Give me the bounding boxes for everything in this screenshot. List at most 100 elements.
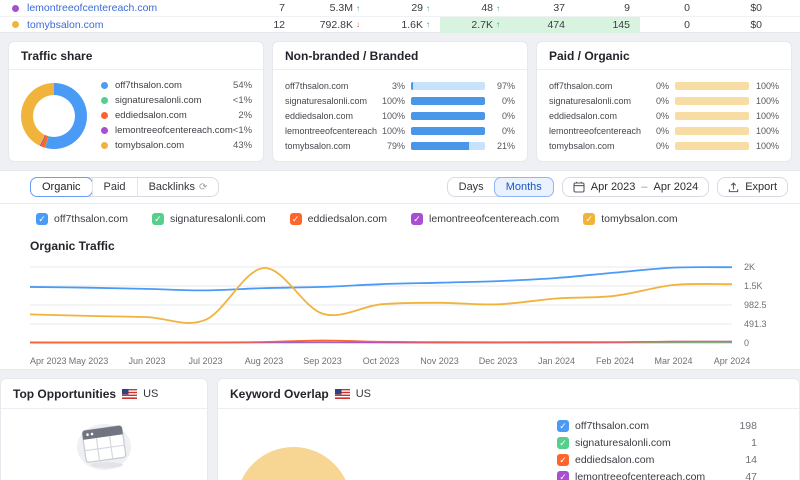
y-axis-tick-label: 2K	[744, 262, 755, 272]
legend-percent-value: 2%	[238, 110, 252, 121]
domain-link[interactable]: lemontreeofcentereach.com	[27, 2, 157, 14]
bottom-cards-row: Top Opportunities US	[0, 378, 800, 480]
trend-up-icon: ↑	[356, 4, 360, 13]
domain-link[interactable]: tomybsalon.com	[27, 19, 103, 31]
x-axis-tick-label: Nov 2023	[420, 356, 459, 366]
branded-bar-row: off7thsalon.com3%97%	[285, 78, 515, 93]
x-axis-tick-label: Sep 2023	[303, 356, 342, 366]
bar-domain-label: lemontreeofcentereach.com	[285, 126, 377, 136]
x-axis-tick-label: Jun 2023	[128, 356, 165, 366]
traffic-share-legend-item: tomybsalon.com43%	[101, 138, 252, 153]
date-range-separator: –	[641, 181, 647, 193]
series-legend-label: eddiedsalon.com	[308, 213, 387, 225]
chart-x-axis-labels: Apr 2023May 2023Jun 2023Jul 2023Aug 2023…	[30, 356, 794, 369]
table-metric-cell: 1.6K↑	[370, 17, 440, 33]
series-checkbox[interactable]: ✓	[290, 213, 302, 225]
branded-bar-row: lemontreeofcentereach.com100%0%	[285, 123, 515, 138]
table-metric-cell: 12	[240, 17, 295, 33]
bar-domain-label: off7thsalon.com	[549, 81, 641, 91]
bar-right-percent: 100%	[749, 96, 779, 106]
table-metric-cell: 29↑	[370, 0, 440, 16]
top-opportunities-region: US	[143, 388, 158, 400]
bar-right-percent: 100%	[749, 126, 779, 136]
traffic-share-legend-item: signaturesalonli.com<1%	[101, 93, 252, 108]
series-checkbox[interactable]: ✓	[583, 213, 595, 225]
period-option-months[interactable]: Months	[494, 177, 554, 197]
legend-domain-label: off7thsalon.com	[115, 80, 233, 91]
overlap-legend-item: ✓signaturesalonli.com1	[557, 434, 757, 451]
bar-right-percent: 21%	[485, 141, 515, 151]
paid-bar-row: eddiedsalon.com0%100%	[549, 108, 779, 123]
table-domain-cell: lemontreeofcentereach.com	[0, 2, 240, 14]
series-line-eddiedsalon.com	[30, 340, 732, 342]
series-legend-item: ✓ eddiedsalon.com	[290, 213, 387, 225]
series-line-off7thsalon.com	[30, 267, 732, 290]
report-tabs: OrganicPaidBacklinks⟳	[30, 177, 219, 197]
table-metric-cell: 792.8K↓	[295, 17, 370, 33]
domain-color-dot-icon	[12, 5, 19, 12]
date-range-picker[interactable]: Apr 2023 – Apr 2024	[562, 177, 709, 197]
tab-paid[interactable]: Paid	[92, 178, 137, 196]
keyword-overlap-title: Keyword Overlap	[230, 387, 329, 401]
bar-domain-label: eddiedsalon.com	[285, 111, 377, 121]
overlap-legend-item: ✓off7thsalon.com198	[557, 417, 757, 434]
legend-percent-value: <1%	[233, 125, 252, 136]
keyword-overlap-region: US	[356, 388, 371, 400]
bar-domain-label: signaturesalonli.com	[549, 96, 641, 106]
traffic-share-donut-chart	[21, 83, 87, 149]
trend-up-icon: ↑	[496, 20, 500, 29]
series-checkbox[interactable]: ✓	[36, 213, 48, 225]
bar-left-percent: 100%	[377, 111, 405, 121]
export-button[interactable]: Export	[717, 177, 788, 197]
bar-left-percent: 0%	[641, 96, 669, 106]
series-legend-item: ✓lemontreeofcentereach.com	[411, 213, 559, 225]
trend-up-icon: ↑	[426, 4, 430, 13]
overlap-checkbox[interactable]: ✓	[557, 454, 569, 466]
overlap-domain-label: eddiedsalon.com	[575, 454, 745, 466]
metric-value: 37	[553, 2, 565, 14]
overlap-legend-item: ✓eddiedsalon.com14	[557, 451, 757, 468]
bar-domain-label: eddiedsalon.com	[549, 111, 641, 121]
tab-organic[interactable]: Organic	[30, 177, 93, 197]
bar-left-percent: 0%	[641, 111, 669, 121]
trend-up-icon: ↑	[496, 4, 500, 13]
legend-domain-label: lemontreeofcentereach.com	[115, 125, 233, 136]
table-metric-cell: 474	[510, 17, 575, 33]
x-axis-tick-label: Oct 2023	[363, 356, 400, 366]
series-legend-item: ✓ off7thsalon.com	[36, 213, 128, 225]
overlap-checkbox[interactable]: ✓	[557, 437, 569, 449]
overlap-checkbox[interactable]: ✓	[557, 420, 569, 432]
series-legend-item: ✓signaturesalonli.com	[152, 213, 266, 225]
summary-cards-row: Traffic share off7thsalon.com54%signatur…	[8, 41, 792, 162]
x-axis-tick-label: Mar 2024	[654, 356, 692, 366]
tab-backlinks[interactable]: Backlinks⟳	[137, 178, 219, 196]
paid-organic-card: Paid / Organic off7thsalon.com0%100%sign…	[536, 41, 792, 162]
paid-organic-title: Paid / Organic	[537, 42, 791, 70]
bar-track	[675, 142, 749, 150]
series-legend-label: off7thsalon.com	[54, 213, 128, 225]
table-row: lemontreeofcentereach.com75.3M↑29↑48↑379…	[0, 0, 800, 16]
us-flag-icon	[122, 389, 137, 399]
series-checkbox[interactable]: ✓	[152, 213, 164, 225]
bar-domain-label: lemontreeofcentereach.com	[549, 126, 641, 136]
legend-domain-label: signaturesalonli.com	[115, 95, 233, 106]
overlap-domain-label: lemontreeofcentereach.com	[575, 471, 745, 480]
series-checkbox[interactable]: ✓	[411, 213, 423, 225]
bar-right-percent: 0%	[485, 111, 515, 121]
overlap-checkbox[interactable]: ✓	[557, 471, 569, 480]
keyword-overlap-legend: ✓off7thsalon.com198✓signaturesalonli.com…	[557, 417, 757, 480]
period-option-days[interactable]: Days	[448, 178, 495, 196]
backlinks-restricted-icon: ⟳	[199, 182, 207, 193]
legend-dot-icon	[101, 82, 108, 89]
organic-traffic-chart-svg: 2K1.5K982.5491.30	[30, 259, 794, 351]
trend-down-icon: ↓	[356, 20, 360, 29]
bar-track	[411, 127, 485, 135]
organic-traffic-title: Organic Traffic	[0, 229, 800, 259]
overlap-domain-label: signaturesalonli.com	[575, 437, 751, 449]
non-branded-branded-title: Non-branded / Branded	[273, 42, 527, 70]
bar-right-percent: 97%	[485, 81, 515, 91]
bar-fill	[411, 127, 485, 135]
metric-value: 7	[279, 2, 285, 14]
bar-domain-label: tomybsalon.com	[549, 141, 641, 151]
table-metric-cell: $0	[700, 0, 772, 16]
